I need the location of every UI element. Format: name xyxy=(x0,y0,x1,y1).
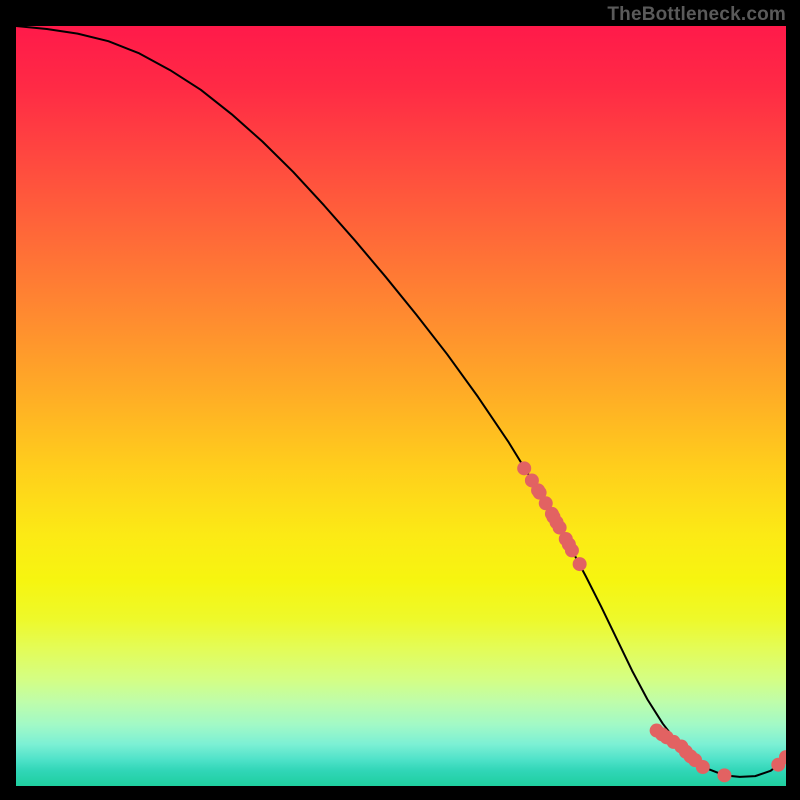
chart-svg xyxy=(16,26,786,786)
plot-area xyxy=(15,25,787,787)
watermark-label: TheBottleneck.com xyxy=(607,4,786,26)
marker-cluster-bottom xyxy=(717,768,731,782)
marker-cluster-bottom xyxy=(696,760,710,774)
marker-cluster-descent xyxy=(573,557,587,571)
chart-stage: TheBottleneck.com xyxy=(0,0,800,800)
marker-cluster-descent xyxy=(565,543,579,557)
curve-bottleneck-curve xyxy=(16,26,786,777)
series-markers xyxy=(517,461,786,782)
marker-cluster-descent xyxy=(517,461,531,475)
series-curve xyxy=(16,26,786,777)
